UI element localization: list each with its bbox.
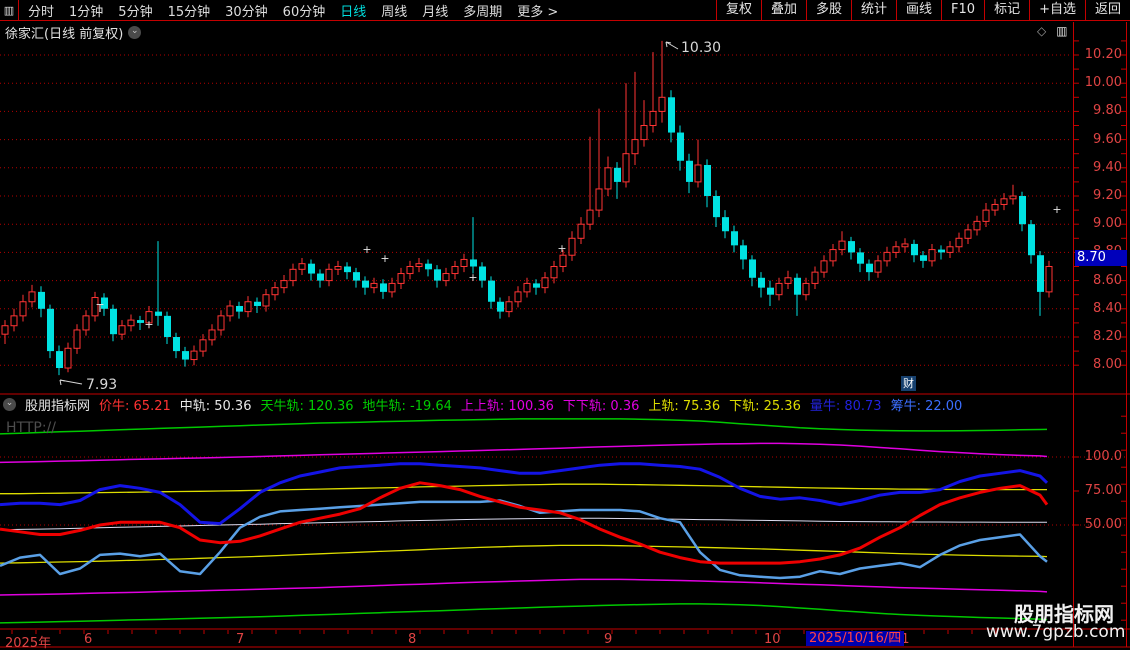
indicator-field-上上轨: 上上轨: 100.36 (461, 399, 554, 414)
month-label: 2025年 (5, 632, 51, 650)
toolbar-button[interactable]: +自选 (1029, 0, 1085, 20)
period-tab[interactable]: 60分钟 (283, 1, 326, 20)
month-label: 7 (236, 632, 244, 647)
period-tab[interactable]: 日线 (340, 1, 366, 20)
svg-text:T: T (96, 302, 104, 315)
price-tick-label: 9.20 (1077, 188, 1122, 203)
window-icon[interactable]: ▥ (1056, 24, 1067, 38)
toolbar-button[interactable]: 画线 (896, 0, 941, 20)
price-tick-label: 10.00 (1077, 75, 1122, 90)
toolbar-button[interactable]: 返回 (1085, 0, 1130, 20)
period-toolbar: ▥ 分时 1分钟 5分钟 15分钟 30分钟 60分钟日线周线月线多周期更多 > 复权叠加… (0, 0, 1130, 21)
month-label: 9 (604, 632, 612, 647)
indicator-field-量牛: 量牛: 80.73 (810, 399, 882, 414)
svg-text:+: + (144, 318, 153, 331)
period-tab[interactable]: 1分钟 (69, 1, 103, 20)
price-tick-label: 9.40 (1077, 160, 1122, 175)
month-label: 10 (764, 632, 781, 647)
svg-text:+: + (362, 243, 371, 256)
indicator-field-地牛轨: 地牛轨: -19.64 (362, 399, 451, 414)
period-tab[interactable]: 分时 (28, 1, 54, 20)
price-tick-label: 8.40 (1077, 301, 1122, 316)
indicator-field-上轨: 上轨: 75.36 (648, 399, 720, 414)
price-tick-label: 10.20 (1077, 47, 1122, 62)
price-tick-label: 9.60 (1077, 132, 1122, 147)
chart-title: 徐家汇(日线 前复权) (5, 23, 123, 42)
svg-text:+: + (557, 242, 566, 255)
svg-text:+: + (1052, 203, 1061, 216)
toolbar-button[interactable]: F10 (941, 0, 984, 20)
svg-text:+: + (380, 252, 389, 265)
chevron-down-icon[interactable]: ⌄ (128, 26, 141, 39)
indicator-tick-label: 50.00 (1077, 517, 1122, 532)
price-tick-label: 9.80 (1077, 103, 1122, 118)
current-date-tag: 2025/10/16/四 (806, 631, 904, 646)
chevron-down-icon[interactable]: ⌄ (3, 398, 16, 411)
price-tick-label: 8.20 (1077, 329, 1122, 344)
toolbar-button[interactable]: 叠加 (761, 0, 806, 20)
indicator-field-天牛轨: 天牛轨: 120.36 (260, 399, 353, 414)
indicator-field-价牛: 价牛: 65.21 (99, 399, 171, 414)
chart-title-row: 徐家汇(日线 前复权) ⌄ (5, 23, 141, 42)
indicator-field-筹牛: 筹牛: 22.00 (891, 399, 963, 414)
toolbar-button[interactable]: 复权 (716, 0, 761, 20)
price-tick-label: 8.00 (1077, 357, 1122, 372)
watermark-site: www.7gpzb.com (986, 622, 1125, 642)
last-price-tag: 8.70 (1075, 250, 1127, 266)
indicator-source-label[interactable]: 股朋指标网 (25, 395, 90, 414)
svg-text:10.30: 10.30 (681, 40, 721, 56)
toolbar-button[interactable]: 多股 (806, 0, 851, 20)
svg-text:7.93: 7.93 (86, 377, 117, 393)
indicator-field-中轨: 中轨: 50.36 (180, 399, 252, 414)
indicator-header: ⌄ 股朋指标网 价牛: 65.21 中轨: 50.36 天牛轨: 120.36 地牛轨… (3, 395, 971, 414)
period-tab[interactable]: 15分钟 (168, 1, 211, 20)
toolbar-button[interactable]: 统计 (851, 0, 896, 20)
event-marker-cai[interactable]: 财 (901, 376, 916, 391)
period-tab[interactable]: 周线 (381, 1, 407, 20)
indicator-field-下下轨: 下下轨: 0.36 (563, 399, 639, 414)
layout-icon[interactable]: ▥ (0, 0, 19, 20)
period-tab[interactable]: 多周期 (463, 1, 502, 20)
toolbar-button[interactable]: 标记 (984, 0, 1029, 20)
trading-app-window: ▥ 分时 1分钟 5分钟 15分钟 30分钟 60分钟日线周线月线多周期更多 > 复权叠加… (0, 0, 1130, 650)
month-label: 6 (84, 632, 92, 647)
period-tab[interactable]: 5分钟 (118, 1, 152, 20)
period-tab[interactable]: 30分钟 (225, 1, 268, 20)
indicator-values: 价牛: 65.21 中轨: 50.36 天牛轨: 120.36 地牛轨: -19.64… (99, 395, 971, 414)
period-tab[interactable]: 更多 > (517, 1, 558, 20)
title-row-icons: ◇ ▥ (1037, 24, 1068, 38)
price-tick-label: 8.60 (1077, 273, 1122, 288)
indicator-tick-label: 100.0 (1077, 449, 1122, 464)
period-tab[interactable]: 月线 (422, 1, 448, 20)
price-tick-label: 9.00 (1077, 216, 1122, 231)
month-label: 8 (408, 632, 416, 647)
diamond-icon[interactable]: ◇ (1037, 24, 1046, 38)
indicator-tick-label: 75.00 (1077, 483, 1122, 498)
watermark-http: HTTP:// (6, 420, 56, 436)
svg-text:+: + (468, 271, 477, 284)
period-tabs: 分时 1分钟 5分钟 15分钟 30分钟 60分钟日线周线月线多周期更多 > (28, 1, 558, 20)
toolbar-right-buttons: 复权叠加多股统计画线F10标记+自选返回 (716, 0, 1130, 20)
chart-canvas[interactable]: 10.30 7.93 T + + + + + + (0, 0, 1130, 650)
indicator-field-下轨: 下轨: 25.36 (729, 399, 801, 414)
